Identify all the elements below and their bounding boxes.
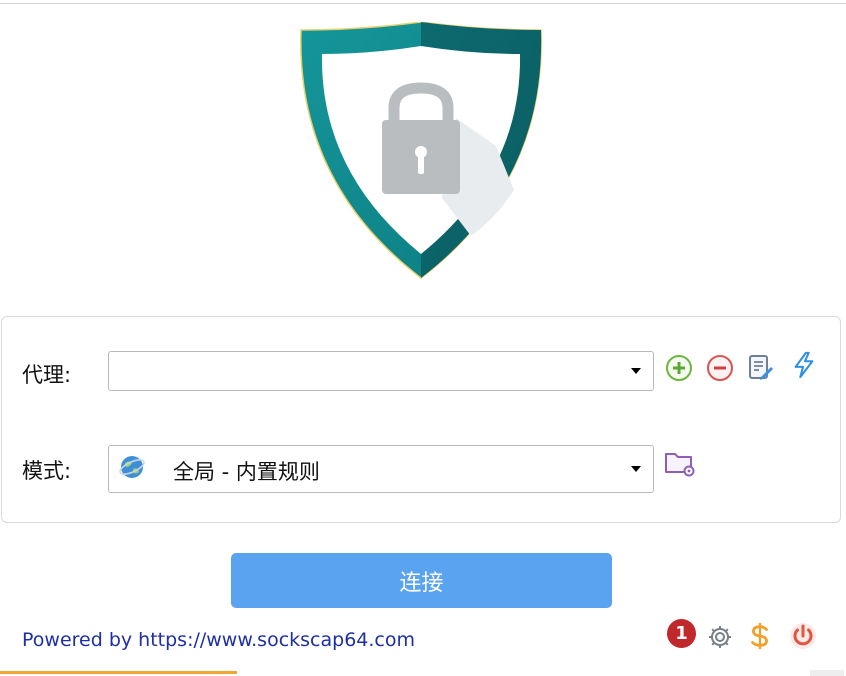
connection-panel: 代理: 模式: 全局 - 内置规则 xyxy=(1,316,841,523)
lightning-icon[interactable] xyxy=(790,351,818,379)
resize-grip xyxy=(810,670,844,676)
proxy-label: 代理: xyxy=(22,363,72,387)
mode-value: 全局 - 内置规则 xyxy=(173,460,320,484)
progress-bar xyxy=(0,671,237,674)
add-icon[interactable] xyxy=(665,354,693,382)
shield-lock-icon xyxy=(300,22,542,279)
proxy-select[interactable] xyxy=(108,351,654,391)
chevron-down-icon[interactable] xyxy=(631,368,641,374)
notification-badge[interactable]: 1 xyxy=(667,619,696,648)
top-divider xyxy=(0,3,846,4)
mode-label: 模式: xyxy=(22,459,72,483)
edit-icon[interactable] xyxy=(746,353,774,381)
powered-by-link[interactable]: Powered by https://www.sockscap64.com xyxy=(22,629,415,651)
connect-button[interactable]: 连接 xyxy=(231,553,612,608)
globe-icon xyxy=(119,456,145,478)
dollar-icon[interactable] xyxy=(746,622,774,650)
remove-icon[interactable] xyxy=(706,354,734,382)
chevron-down-icon[interactable] xyxy=(631,466,641,472)
gear-icon[interactable] xyxy=(706,623,734,651)
folder-settings-icon[interactable] xyxy=(664,448,696,478)
power-icon[interactable] xyxy=(788,621,818,651)
mode-select[interactable]: 全局 - 内置规则 xyxy=(108,445,654,493)
